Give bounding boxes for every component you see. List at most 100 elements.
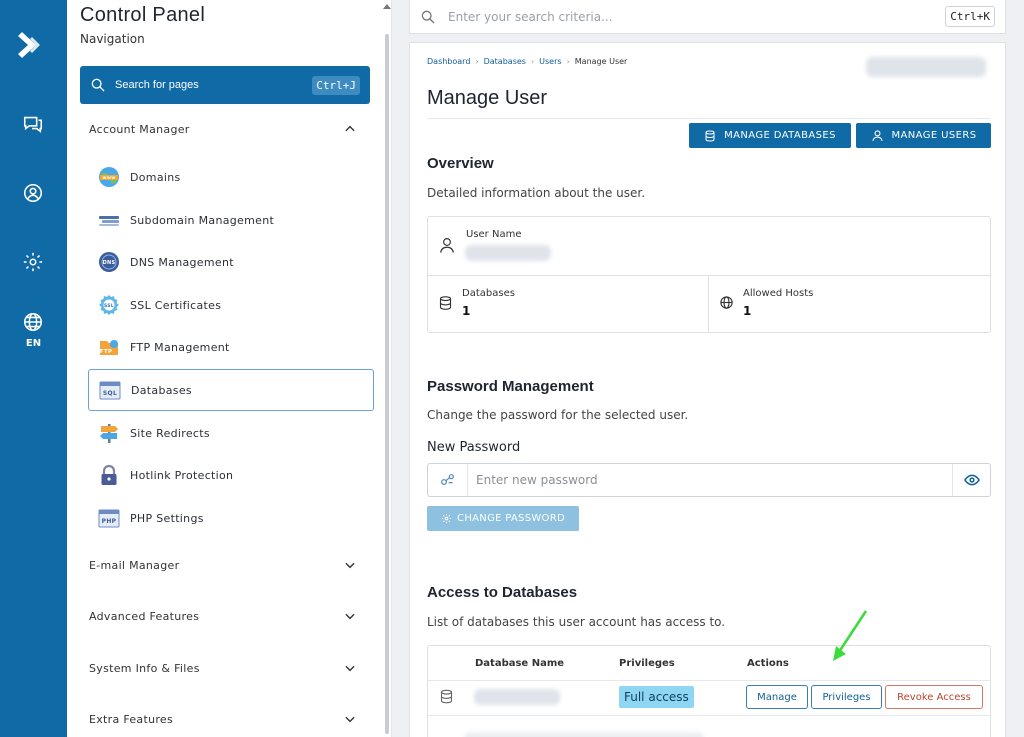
breadcrumb-separator: › — [566, 57, 570, 66]
svg-text:SSL: SSL — [104, 303, 114, 309]
breadcrumb-databases[interactable]: Databases — [484, 57, 526, 66]
redacted-user-name — [465, 245, 551, 261]
sidebar-item-dns-management[interactable]: DNS DNS Management — [88, 241, 374, 283]
php-icon: PHP — [98, 507, 120, 529]
search-icon — [421, 10, 435, 23]
redacted-user-chip — [866, 57, 986, 77]
chevron-up-icon — [345, 125, 355, 132]
sidebar-item-domains[interactable]: www Domains — [88, 156, 374, 198]
redacted-database-name — [474, 689, 560, 705]
database-icon — [705, 130, 715, 142]
user-circle-icon[interactable] — [19, 179, 47, 207]
sidebar-item-site-redirects[interactable]: Site Redirects — [88, 412, 374, 454]
section-label: System Info & Files — [89, 661, 200, 675]
section-account-manager[interactable]: Account Manager — [89, 122, 357, 136]
column-header-actions: Actions — [747, 658, 789, 669]
sidebar-item-label: Databases — [131, 383, 192, 397]
user-icon — [871, 130, 883, 142]
privileges-button[interactable]: Privileges — [811, 685, 882, 709]
breadcrumb-current: Manage User — [574, 57, 628, 66]
section-extra-features[interactable]: Extra Features — [89, 712, 357, 726]
section-system-info-files[interactable]: System Info & Files — [89, 661, 357, 675]
revoke-access-button[interactable]: Revoke Access — [885, 685, 983, 709]
sidebar-item-php-settings[interactable]: PHP PHP Settings — [88, 497, 374, 539]
info-divider — [428, 275, 990, 276]
manage-databases-label: MANAGE DATABASES — [724, 130, 836, 141]
sidebar-item-databases[interactable]: SQL Databases — [88, 369, 374, 411]
overview-description: Detailed information about the user. — [427, 186, 646, 200]
privileges-badge: Full access — [619, 686, 694, 708]
sidebar-item-label: DNS Management — [130, 255, 234, 269]
page-search-button[interactable]: Search for pages Ctrl+J — [80, 66, 370, 104]
gear-icon — [441, 513, 452, 524]
manage-databases-button[interactable]: MANAGE DATABASES — [689, 123, 851, 148]
sidebar-item-label: Site Redirects — [130, 426, 210, 440]
ftp-folder-icon: FTP — [98, 336, 120, 358]
section-label: Advanced Features — [89, 609, 200, 623]
signpost-icon — [98, 422, 120, 444]
chat-icon[interactable] — [19, 110, 47, 138]
section-label: Extra Features — [89, 712, 174, 726]
password-heading: Password Management — [427, 378, 594, 395]
sidebar-item-label: SSL Certificates — [130, 298, 222, 312]
breadcrumb-separator: › — [475, 57, 479, 66]
chevron-down-icon — [345, 562, 355, 569]
table-divider — [428, 680, 990, 681]
user-icon — [440, 238, 454, 253]
scroll-up-arrow-icon[interactable] — [383, 2, 391, 10]
allowed-hosts-label: Allowed Hosts — [743, 288, 814, 299]
page-title: Manage User — [427, 87, 548, 109]
breadcrumb-users[interactable]: Users — [539, 57, 561, 66]
svg-text:SQL: SQL — [103, 390, 117, 397]
database-access-table: Database Name Privileges Actions Full ac… — [427, 645, 991, 737]
table-divider — [428, 715, 990, 716]
section-label: E-mail Manager — [89, 558, 180, 572]
sidebar-item-label: FTP Management — [130, 340, 230, 354]
logo-icon[interactable] — [16, 28, 50, 62]
password-description: Change the password for the selected use… — [427, 408, 689, 422]
user-name-label: User Name — [466, 229, 522, 240]
new-password-label: New Password — [427, 440, 521, 455]
global-search-placeholder[interactable]: Enter your search criteria... — [448, 10, 945, 24]
key-icon — [428, 464, 468, 496]
search-icon — [91, 78, 105, 92]
page-search-label: Search for pages — [115, 79, 199, 91]
sidebar-item-ftp-management[interactable]: FTP FTP Management — [88, 326, 374, 368]
manage-button[interactable]: Manage — [746, 685, 808, 709]
sidebar-item-hotlink-protection[interactable]: Hotlink Protection — [88, 454, 374, 496]
right-gutter — [1012, 0, 1024, 737]
annotation-arrow-icon — [833, 610, 868, 661]
column-header-database-name: Database Name — [475, 658, 565, 669]
show-password-icon[interactable] — [952, 464, 990, 496]
sidebar-scrollbar[interactable] — [385, 34, 389, 734]
section-email-manager[interactable]: E-mail Manager — [89, 558, 357, 572]
column-header-privileges: Privileges — [619, 658, 675, 669]
sidebar-title: Control Panel — [80, 4, 206, 26]
sidebar-item-label: Domains — [130, 170, 181, 184]
gear-icon[interactable] — [19, 248, 47, 276]
manage-users-button[interactable]: MANAGE USERS — [856, 123, 991, 148]
chevron-down-icon — [345, 716, 355, 723]
partially-visible-row — [464, 732, 704, 737]
access-heading: Access to Databases — [427, 584, 578, 601]
manage-users-label: MANAGE USERS — [891, 130, 977, 141]
sidebar-item-ssl-certificates[interactable]: SSL SSL Certificates — [88, 284, 374, 326]
global-search-bar[interactable]: Enter your search criteria... Ctrl+K — [409, 0, 1006, 34]
sidebar-item-label: Hotlink Protection — [130, 468, 234, 482]
dns-icon: DNS — [98, 251, 120, 273]
breadcrumb-dashboard[interactable]: Dashboard — [427, 57, 470, 66]
sidebar-item-label: Subdomain Management — [130, 213, 275, 227]
new-password-input[interactable] — [468, 464, 952, 496]
sidebar-item-label: PHP Settings — [130, 511, 204, 525]
globe-icon[interactable] — [19, 308, 47, 336]
section-advanced-features[interactable]: Advanced Features — [89, 609, 357, 623]
change-password-button[interactable]: CHANGE PASSWORD — [427, 506, 579, 531]
svg-text:PHP: PHP — [102, 518, 117, 525]
globe-icon — [720, 296, 733, 309]
new-password-field — [427, 463, 991, 497]
language-label[interactable]: EN — [0, 338, 67, 349]
www-globe-icon: www — [98, 166, 120, 188]
database-icon — [440, 689, 453, 704]
access-description: List of databases this user account has … — [427, 615, 726, 629]
sidebar-item-subdomain-management[interactable]: Subdomain Management — [88, 199, 374, 241]
